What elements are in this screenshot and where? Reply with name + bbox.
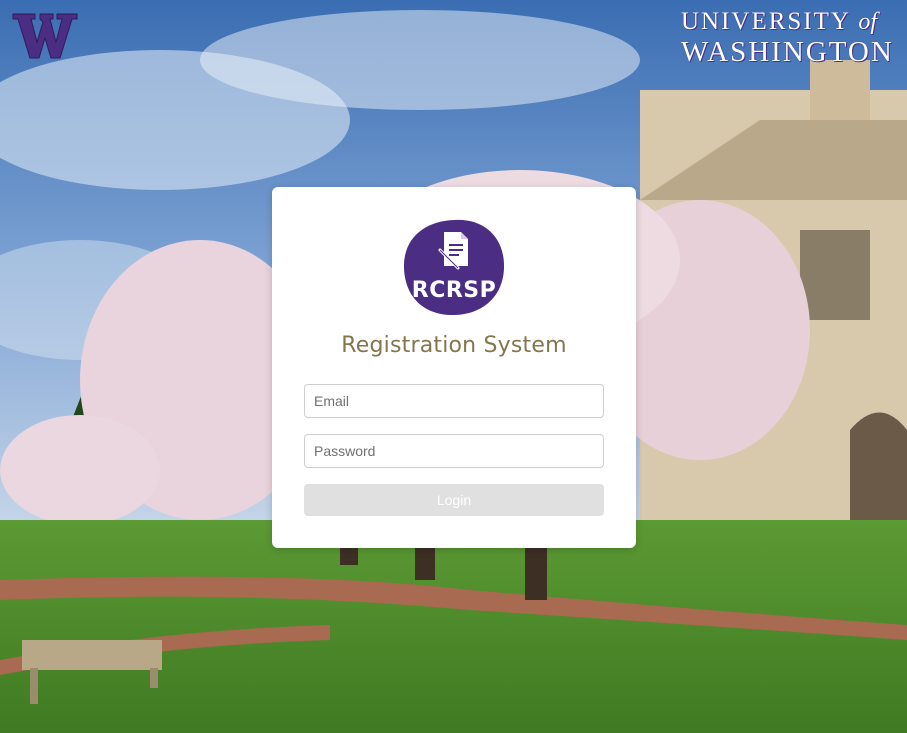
login-card: RCRSP Registration System Login	[272, 187, 636, 548]
document-pen-icon	[438, 232, 468, 270]
uw-w-logo-icon	[12, 12, 78, 60]
login-button[interactable]: Login	[304, 484, 604, 516]
wordmark-of: of	[858, 9, 877, 35]
rcrsp-logo-text: RCRSP	[412, 278, 497, 303]
wordmark-university: UNIVERSITY	[681, 8, 851, 35]
password-field[interactable]	[304, 434, 604, 468]
email-field[interactable]	[304, 384, 604, 418]
page-background: UNIVERSITY of WASHINGTON RCRSP Registrat…	[0, 0, 907, 733]
page-title: Registration System	[341, 333, 567, 358]
wordmark-washington: WASHINGTON	[681, 36, 894, 68]
rcrsp-logo: RCRSP	[403, 218, 505, 316]
uw-wordmark: UNIVERSITY of WASHINGTON	[681, 8, 895, 68]
